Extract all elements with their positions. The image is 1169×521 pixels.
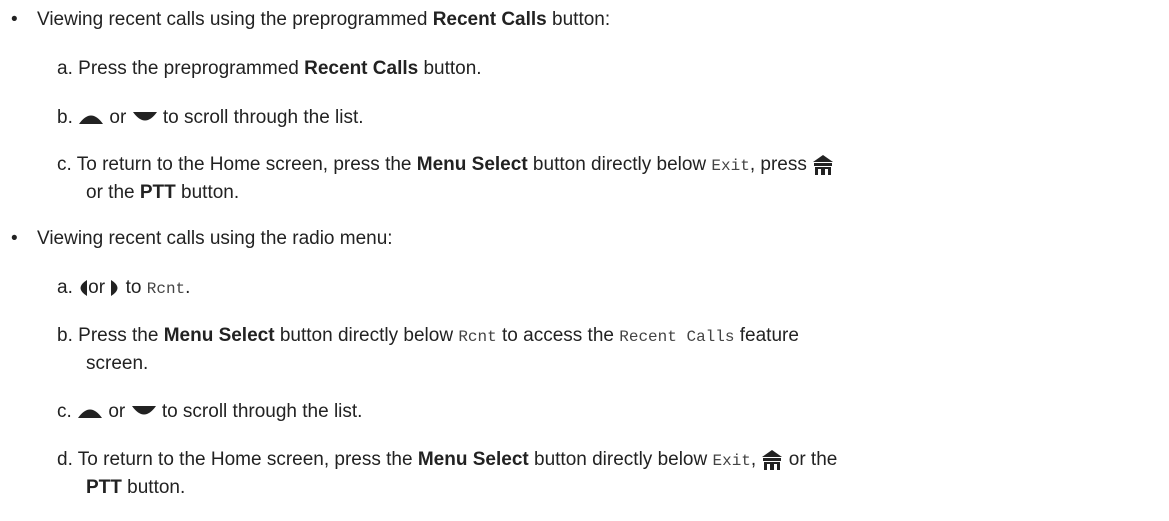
section1-step-a: a. Press the preprogrammed Recent Calls … [57,58,482,79]
section2-step-b: b. Press the Menu Select button directly… [57,325,799,346]
bullet: • [11,228,18,249]
right-arrow-icon [110,279,120,297]
home-icon [812,154,834,176]
section2-step-d: d. To return to the Home screen, press t… [57,449,838,471]
section2-step-d-line2: PTT button. [86,477,186,498]
section2-step-a: a. or to Rcnt. [57,277,191,298]
section2-step-b-line2: screen. [86,353,149,374]
bullet: • [11,9,18,30]
section1-step-c: c. To return to the Home screen, press t… [57,151,834,180]
home-icon [761,449,783,471]
section1-step-b: b. or to scroll through the list. [57,107,364,128]
section2-step-c: c. or to scroll through the list. [57,401,363,422]
down-arrow-icon [132,111,158,125]
down-arrow-icon [131,405,157,419]
left-arrow-icon [78,279,88,297]
up-arrow-icon [78,111,104,125]
section1-intro: Viewing recent calls using the preprogra… [37,9,611,30]
section2-intro: Viewing recent calls using the radio men… [37,228,393,249]
document: • Viewing recent calls using the preprog… [0,0,1169,521]
section1-step-c-line2: or the PTT button. [86,182,240,203]
up-arrow-icon [77,405,103,419]
